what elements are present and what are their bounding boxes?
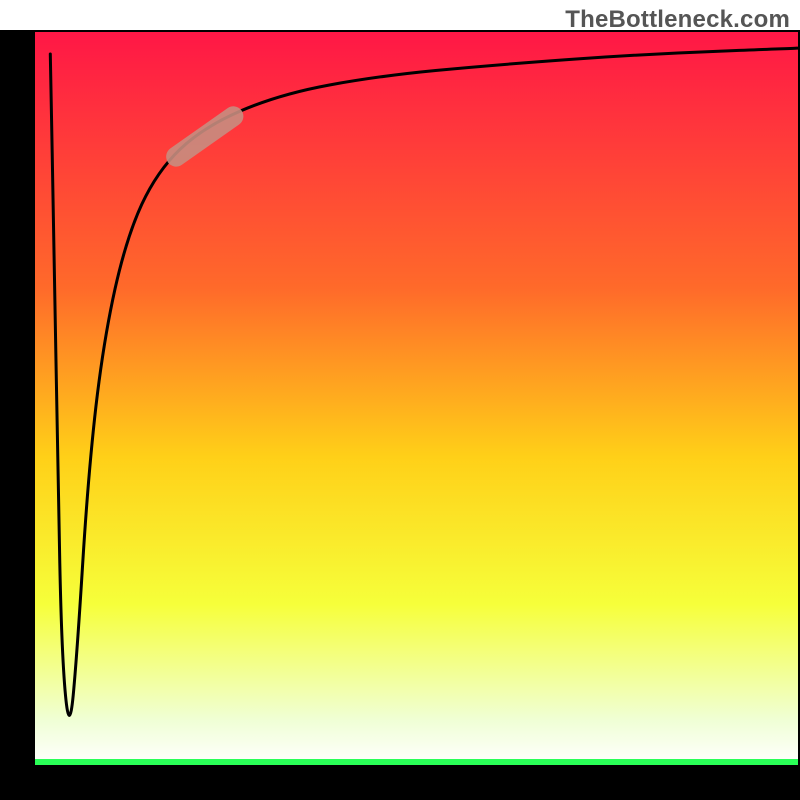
chart-container: TheBottleneck.com bbox=[0, 0, 800, 800]
plot-background bbox=[35, 32, 798, 765]
chart-svg bbox=[0, 0, 800, 800]
baseline-stripe bbox=[35, 759, 798, 765]
watermark-text: TheBottleneck.com bbox=[565, 6, 790, 34]
